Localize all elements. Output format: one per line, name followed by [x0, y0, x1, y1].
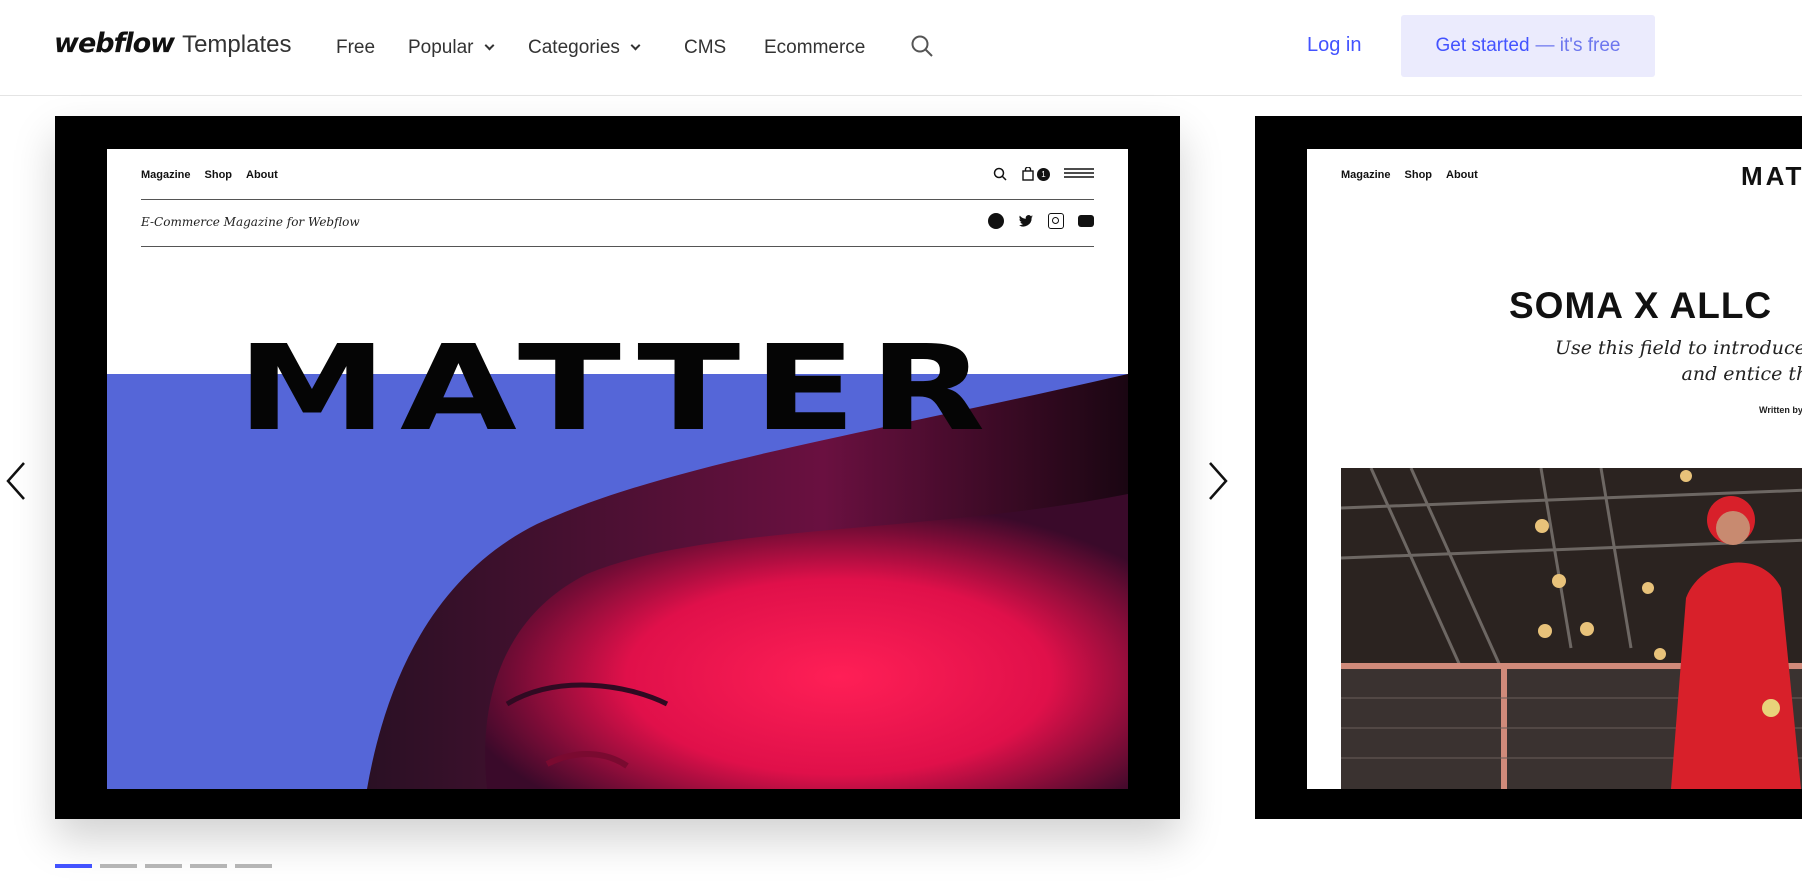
chevron-down-icon: [484, 40, 494, 51]
twitter-icon: [1018, 213, 1034, 234]
mockup-social-icons: [988, 213, 1094, 234]
nav-cms-label: CMS: [684, 37, 727, 58]
mockup-nav: Magazine Shop About: [141, 169, 278, 181]
mockup-nav-item: Shop: [1404, 169, 1433, 181]
brand-wordmark: webflow: [54, 28, 175, 59]
get-started-suffix: — it's free: [1535, 35, 1621, 56]
nav-categories[interactable]: Categories: [528, 37, 641, 59]
mockup-nav-item: Magazine: [1341, 169, 1391, 181]
nav-popular[interactable]: Popular: [408, 37, 494, 59]
carousel-dot[interactable]: [100, 864, 137, 868]
youtube-icon: [1078, 215, 1094, 227]
cart-count-badge: 1: [1037, 167, 1050, 181]
brand-subtitle: Templates: [182, 31, 292, 58]
mockup-intro-line: and entice the: [1681, 363, 1802, 385]
webflow-templates-logo[interactable]: webflow Templates: [54, 28, 291, 59]
nav-popular-label: Popular: [408, 37, 474, 58]
nav-ecommerce-label: Ecommerce: [764, 37, 866, 58]
get-started-label: Get started: [1435, 35, 1530, 56]
carousel-dot[interactable]: [145, 864, 182, 868]
carousel-dot[interactable]: [190, 864, 227, 868]
cart-icon: 1: [1021, 167, 1050, 181]
mockup-article-intro: Use this field to introduce t and entice…: [1555, 335, 1802, 387]
carousel-next-arrow-icon[interactable]: [1204, 459, 1232, 503]
mockup-nav: Magazine Shop About: [1341, 169, 1478, 181]
mockup-byline: Written by: [1759, 405, 1802, 415]
mockup-divider: [141, 199, 1094, 200]
carousel-pagination: [55, 864, 272, 868]
login-link[interactable]: Log in: [1307, 34, 1362, 57]
nav-cms[interactable]: CMS: [684, 37, 726, 59]
nav-free[interactable]: Free: [336, 37, 375, 59]
chevron-down-icon: [630, 40, 641, 51]
nav-categories-label: Categories: [528, 37, 620, 58]
get-started-button[interactable]: Get started — it's free: [1401, 15, 1655, 77]
mockup-tagline: E-Commerce Magazine for Webflow: [141, 215, 360, 229]
instagram-icon: [1048, 213, 1064, 229]
mockup-nav-item: About: [1446, 169, 1478, 181]
tennis-photo: [1341, 468, 1802, 789]
search-icon[interactable]: [910, 34, 934, 58]
nav-ecommerce[interactable]: Ecommerce: [764, 37, 865, 59]
template-slide[interactable]: Magazine Shop About 1 E-Commerce Magazin…: [55, 116, 1180, 819]
mockup-divider: [141, 246, 1094, 247]
menu-icon: [1064, 168, 1094, 178]
template-preview-screen: Magazine Shop About MAT SOMA X ALLC Use …: [1307, 149, 1802, 789]
carousel-dot[interactable]: [55, 864, 92, 868]
carousel-prev-arrow-icon[interactable]: [2, 459, 30, 503]
mockup-nav-item: Magazine: [141, 169, 191, 181]
mockup-nav-item: Shop: [204, 169, 233, 181]
carousel-dot[interactable]: [235, 864, 272, 868]
facebook-icon: [988, 213, 1004, 229]
mockup-utility-icons: 1: [993, 167, 1094, 181]
mockup-intro-line: Use this field to introduce t: [1555, 337, 1802, 359]
nav-free-label: Free: [336, 37, 376, 58]
search-icon: [993, 167, 1007, 181]
hero-wordmark: MATTER: [236, 319, 999, 457]
template-preview-screen: Magazine Shop About 1 E-Commerce Magazin…: [107, 149, 1128, 789]
mockup-nav-item: About: [246, 169, 278, 181]
template-slide[interactable]: Magazine Shop About MAT SOMA X ALLC Use …: [1255, 116, 1802, 819]
mockup-article-title: SOMA X ALLC: [1509, 285, 1773, 326]
mockup-brand: MAT: [1741, 161, 1802, 191]
top-navigation-bar: webflow Templates Free Popular Categorie…: [0, 0, 1802, 96]
